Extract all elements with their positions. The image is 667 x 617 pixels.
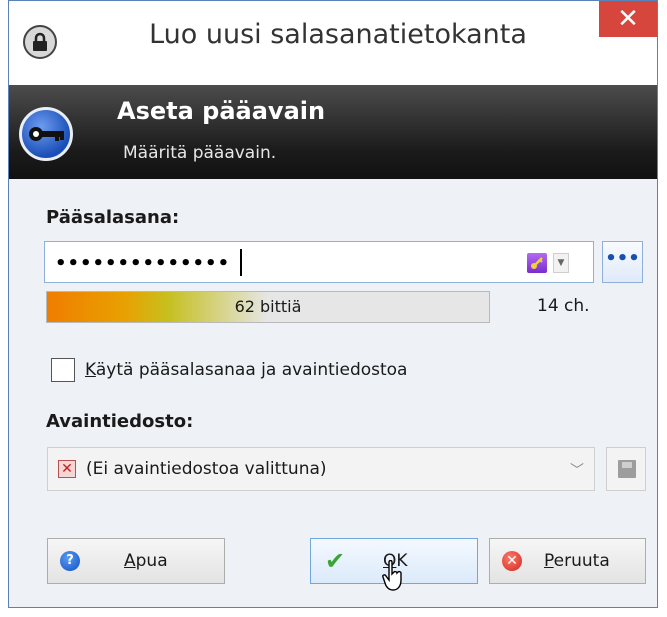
keyfile-select[interactable]: ✕ (Ei avaintiedostoa valittuna) ﹀ [47,447,595,491]
strength-label: 62 bittiä [234,297,302,316]
disk-icon [618,460,636,478]
use-keyfile-checkbox[interactable] [51,358,75,382]
keyfile-selected-value: (Ei avaintiedostoa valittuna) [86,459,327,479]
banner-title: Aseta pääavain [117,97,326,125]
master-password-field[interactable]: ▼ [44,241,594,284]
character-count: 14 ch. [537,296,590,316]
help-icon: ? [60,551,80,571]
close-button[interactable]: ✕ [599,1,657,37]
x-icon: ✕ [58,460,76,478]
cancel-accel: P [544,551,554,571]
chevron-down-icon[interactable]: ﹀ [570,460,584,480]
master-password-label: Pääsalasana: [46,207,180,228]
use-keyfile-text: äytä pääsalasanaa ja avaintiedostoa [95,360,408,380]
use-keyfile-label[interactable]: Käytä pääsalasanaa ja avaintiedostoa [85,360,407,380]
use-keyfile-accel: K [85,360,96,380]
banner-subtitle: Määritä pääavain. [123,143,277,163]
master-password-input[interactable] [53,242,527,284]
key-icon [19,107,73,161]
keyfile-label: Avaintiedosto: [46,411,194,432]
cancel-text: eruuta [553,551,610,571]
cancel-icon: ✕ [502,551,522,571]
text-caret [240,249,242,276]
password-generator-icon[interactable] [527,253,547,273]
check-icon: ✔ [325,547,346,575]
dialog-window: Luo uusi salasanatietokanta ✕ Aseta pääa… [8,0,658,608]
window-title: Luo uusi salasanatietokanta [149,19,527,50]
keyfile-browse-button[interactable] [606,447,646,491]
mouse-pointer-icon [382,560,402,591]
help-text: pua [135,551,168,571]
title-bar: Luo uusi salasanatietokanta ✕ [9,1,657,85]
show-password-button[interactable]: ••• [602,241,643,283]
help-button[interactable]: ? Apua [47,538,225,584]
password-strength-bar: 62 bittiä [46,291,490,323]
cancel-button[interactable]: ✕ Peruuta [489,538,646,584]
help-accel: A [124,551,136,571]
generator-dropdown-icon[interactable]: ▼ [553,253,569,273]
header-banner: Aseta pääavain Määritä pääavain. [9,85,657,179]
